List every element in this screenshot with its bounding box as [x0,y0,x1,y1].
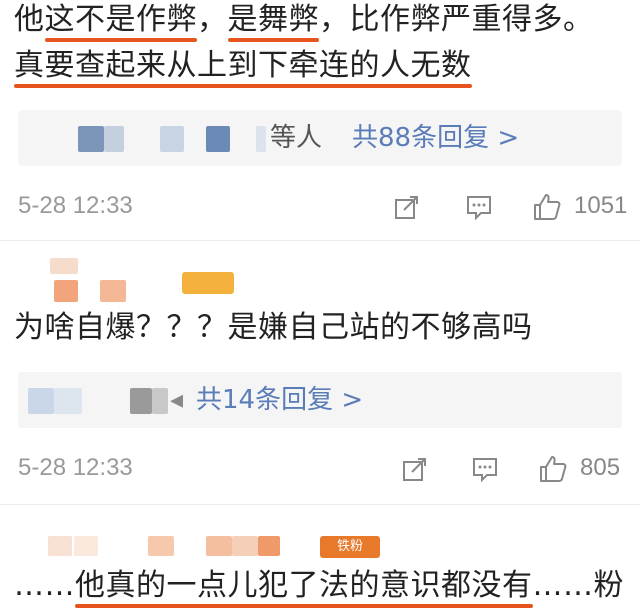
share-icon[interactable] [398,452,432,486]
comment-text-plain: 他 [14,2,45,37]
blurred-username [148,536,174,556]
blurred-avatar [104,126,124,152]
blurred-username [256,126,266,152]
comment-1-line-1: 他这不是作弊，是舞弊，比作弊严重得多。 [14,0,594,42]
blurred-username [100,280,126,302]
blurred-username [54,280,78,302]
comment-text-plain: …… [14,568,75,603]
thumbs-up-icon[interactable] [536,452,570,486]
fan-badge: 铁粉 [320,536,380,558]
comment-text-underlined: 是舞弊 [227,0,320,42]
like-count: 1051 [574,192,628,219]
blurred-username [48,536,72,556]
blurred-avatar [152,388,168,414]
reply-preview-2[interactable]: ◂ 共14条回复 > [18,372,622,428]
timestamp: 5-28 12:33 [18,192,133,219]
share-icon[interactable] [390,190,424,224]
comment-1-line-2: 真要查起来从上到下牵连的人无数 [14,46,472,88]
blurred-avatar [130,388,152,414]
comment-text-plain: ，比作弊严重得多。 [319,2,594,37]
comment-text-underlined: 他真的一点儿犯了法的意识都没有 [75,566,533,608]
blurred-avatar [160,126,184,152]
blurred-username [232,536,258,556]
blurred-avatar [28,388,54,414]
like-count: 805 [580,454,621,481]
reply-count-link[interactable]: 共14条回复 > [196,372,363,428]
comment-1-meta: 5-28 12:33 1051 [0,188,640,228]
reply-users-label: 等人 [270,123,323,153]
fan-badge [182,272,234,294]
blurred-username [258,536,280,556]
divider [0,504,640,505]
blurred-avatar [78,126,104,152]
comment-text-plain: ……粉 [532,568,624,603]
comment-text-underlined: 这不是作弊 [44,0,198,42]
comment-2-line-1: 为啥自爆？？？是嫌自己站的不够高吗 [14,308,533,348]
reply-count-link[interactable]: 共88条回复 > [352,110,519,166]
comment-text-plain: ， [197,2,228,37]
comment-3-line-1: ……他真的一点儿犯了法的意识都没有……粉 [14,566,624,608]
divider [0,240,640,241]
comment-text-underlined: 真要查起来从上到下牵连的人无数 [14,46,472,88]
comment-icon[interactable] [468,452,502,486]
blurred-username [206,536,232,556]
blurred-username [74,536,98,556]
blurred-avatar [206,126,230,152]
blurred-username [50,258,78,274]
comment-icon[interactable] [462,190,496,224]
reply-preview-1[interactable]: 等人 共88条回复 > [18,110,622,166]
comment-text-plain: 为啥自爆？？？是嫌自己站的不够高吗 [14,310,533,345]
blurred-avatar [54,388,82,414]
timestamp: 5-28 12:33 [18,454,133,481]
thumbs-up-icon[interactable] [530,190,564,224]
chevron-right-icon: ◂ [170,385,184,415]
comment-2-meta: 5-28 12:33 805 [0,450,640,490]
